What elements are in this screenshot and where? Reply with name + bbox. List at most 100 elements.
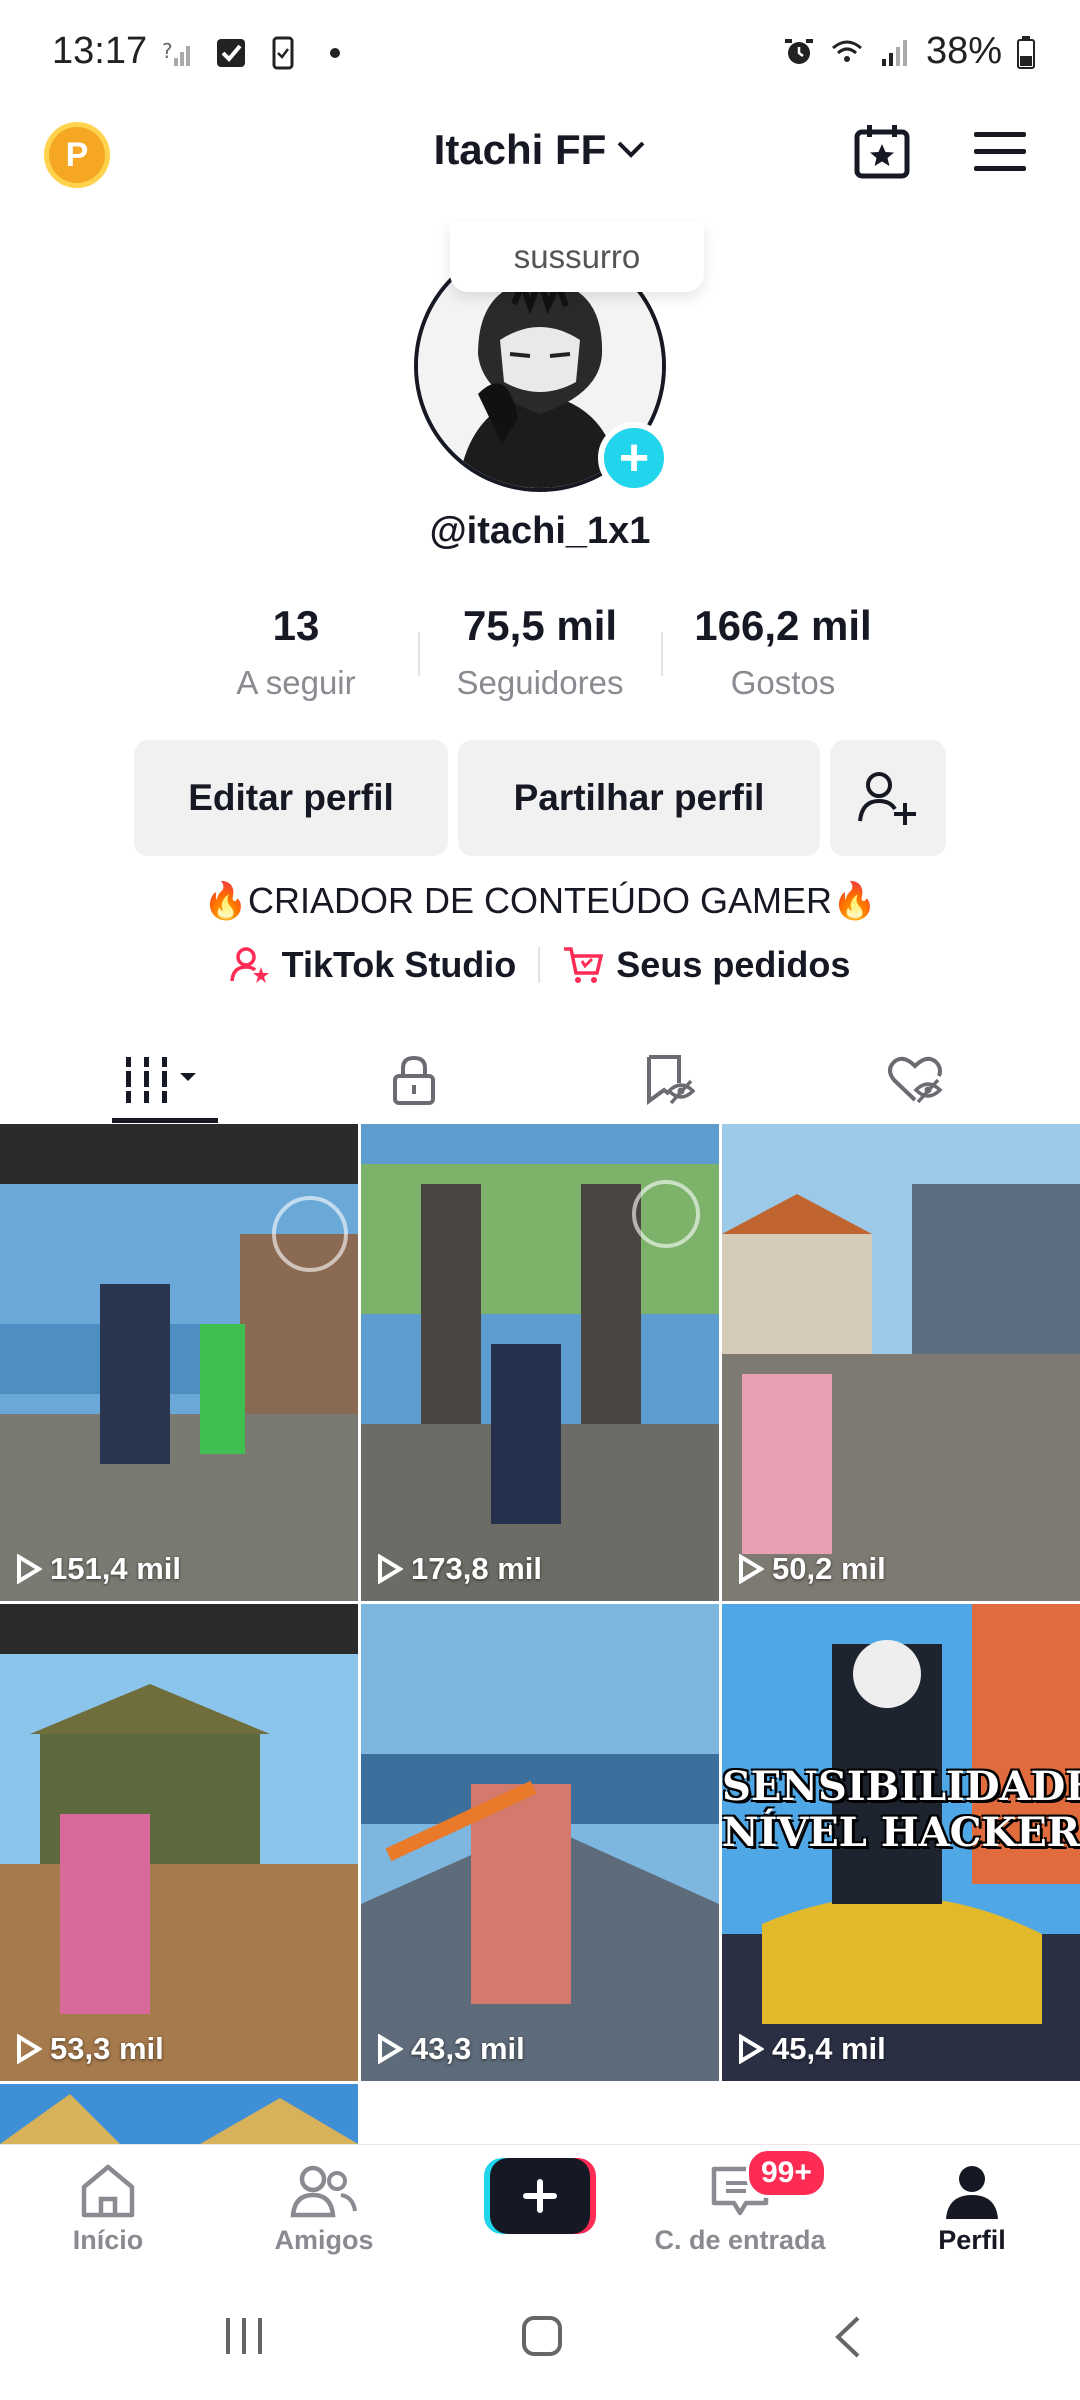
- cell-signal-icon: [881, 39, 907, 66]
- status-time: 13:17: [52, 30, 148, 72]
- thumbnail-image: [0, 1604, 358, 2081]
- phone-check-icon: [272, 36, 294, 70]
- play-icon: [17, 2034, 42, 2064]
- chevron-down-icon: [617, 141, 645, 158]
- play-icon: [378, 1554, 403, 1584]
- cart-icon: [564, 947, 604, 983]
- stat-likes-value: 166,2 mil: [694, 602, 872, 649]
- orders-link[interactable]: Seus pedidos: [562, 944, 850, 986]
- svg-text:?: ?: [162, 39, 173, 63]
- menu-icon[interactable]: [974, 130, 1026, 174]
- view-count-label: 45,4 mil: [772, 2031, 886, 2066]
- thumbnail-image: [0, 1124, 358, 1601]
- thumbnail-caption: SENSIBILIDADE NÍVEL HACKER: [722, 1763, 1080, 1856]
- username: @itachi_1x1: [429, 510, 651, 552]
- liked-icon: [888, 1056, 943, 1104]
- play-icon: [739, 1554, 764, 1584]
- play-icon: [378, 2034, 403, 2064]
- tab-saved[interactable]: [560, 1040, 776, 1120]
- stat-following-value: 13: [272, 602, 320, 649]
- video-thumbnail[interactable]: 50,2 mil: [722, 1124, 1080, 1601]
- thumbnail-image: [722, 1124, 1080, 1601]
- back-icon[interactable]: [830, 2314, 864, 2360]
- active-tab-indicator: [112, 1118, 218, 1123]
- inbox-badge: 99+: [746, 2148, 827, 2198]
- recent-apps-icon[interactable]: [222, 2316, 266, 2356]
- nav-friends-label: Amigos: [274, 2225, 374, 2255]
- divider: [538, 947, 541, 983]
- video-grid: 151,4 mil 173,8 mil 50,2 mil 53,3 mil 43…: [0, 1124, 1080, 2081]
- status-notification-icons: ?: [162, 36, 352, 70]
- home-button-icon[interactable]: [520, 2314, 564, 2358]
- videos-grid-icon: [126, 1057, 196, 1103]
- stat-following-label: A seguir: [236, 664, 356, 701]
- nav-inbox-label: C. de entrada: [654, 2225, 826, 2255]
- stat-following[interactable]: 13 A seguir: [186, 602, 406, 702]
- view-count: 45,4 mil: [738, 2031, 886, 2067]
- dot-icon: [330, 48, 340, 58]
- nav-home-label: Início: [72, 2225, 144, 2255]
- lock-icon: [393, 1055, 435, 1105]
- add-avatar-button[interactable]: +: [598, 422, 670, 494]
- play-icon: [17, 1554, 42, 1584]
- share-profile-button[interactable]: Partilhar perfil: [458, 740, 820, 856]
- thumbnail-image: [361, 1124, 719, 1601]
- stat-likes-label: Gostos: [730, 664, 836, 701]
- bio: 🔥CRIADOR DE CONTEÚDO GAMER🔥: [203, 880, 877, 921]
- orders-label: Seus pedidos: [616, 944, 851, 985]
- add-friend-button[interactable]: [830, 740, 946, 856]
- add-user-icon: [858, 772, 916, 825]
- view-count-label: 173,8 mil: [411, 1551, 542, 1586]
- video-thumbnail-partial[interactable]: [0, 2084, 358, 2144]
- tab-private[interactable]: [306, 1040, 522, 1120]
- battery-percent: 38%: [925, 30, 1002, 72]
- nav-profile-label: Perfil: [938, 2225, 1006, 2255]
- nav-home[interactable]: Início: [8, 2161, 208, 2256]
- view-count-label: 43,3 mil: [411, 2031, 525, 2066]
- view-count-label: 151,4 mil: [50, 1551, 181, 1586]
- friends-icon: [290, 2165, 357, 2218]
- profile-icon: [946, 2166, 998, 2219]
- status-right: 38%: [782, 30, 1036, 73]
- creator-icon: [229, 947, 269, 983]
- stat-followers-label: Seguidores: [456, 664, 624, 701]
- saved-icon: [647, 1055, 695, 1105]
- stat-followers[interactable]: 75,5 mil Seguidores: [430, 602, 650, 702]
- battery-icon: [1017, 35, 1035, 69]
- tiktok-studio-label: TikTok Studio: [281, 944, 517, 985]
- thumbnail-image: [0, 2084, 358, 2144]
- checkbox-icon: [217, 39, 245, 67]
- video-thumbnail[interactable]: 43,3 mil: [361, 1604, 719, 2081]
- signal-unknown-icon: ?: [162, 39, 190, 66]
- nav-profile[interactable]: Perfil: [872, 2161, 1072, 2256]
- view-count: 50,2 mil: [738, 1551, 886, 1587]
- alarm-icon: [784, 38, 813, 64]
- edit-profile-button[interactable]: Editar perfil: [134, 740, 448, 856]
- account-switcher[interactable]: Itachi FF: [0, 126, 1080, 174]
- view-count-label: 50,2 mil: [772, 1551, 886, 1586]
- wifi-icon: [831, 40, 862, 62]
- nav-friends[interactable]: Amigos: [224, 2161, 424, 2256]
- divider: [661, 632, 663, 676]
- video-thumbnail[interactable]: 173,8 mil: [361, 1124, 719, 1601]
- view-count: 151,4 mil: [16, 1551, 181, 1587]
- page-title: Itachi FF: [433, 126, 607, 173]
- calendar-star-icon[interactable]: [852, 122, 912, 182]
- video-thumbnail[interactable]: SENSIBILIDADE NÍVEL HACKER 45,4 mil: [722, 1604, 1080, 2081]
- video-thumbnail[interactable]: 151,4 mil: [0, 1124, 358, 1601]
- create-button[interactable]: [484, 2158, 596, 2234]
- stat-likes[interactable]: 166,2 mil Gostos: [673, 602, 893, 702]
- profile-links: TikTok Studio Seus pedidos: [0, 944, 1080, 986]
- tiktok-studio-link[interactable]: TikTok Studio: [229, 944, 517, 986]
- stat-followers-value: 75,5 mil: [462, 602, 618, 649]
- view-count: 53,3 mil: [16, 2031, 164, 2067]
- system-navigation: [0, 2274, 1080, 2400]
- tab-videos[interactable]: [57, 1040, 273, 1120]
- video-thumbnail[interactable]: 53,3 mil: [0, 1604, 358, 2081]
- thumbnail-image: [361, 1604, 719, 2081]
- home-icon: [81, 2164, 135, 2218]
- status-bubble[interactable]: sussurro: [450, 222, 704, 292]
- view-count-label: 53,3 mil: [50, 2031, 164, 2066]
- tab-liked[interactable]: [807, 1040, 1023, 1120]
- divider: [418, 632, 420, 676]
